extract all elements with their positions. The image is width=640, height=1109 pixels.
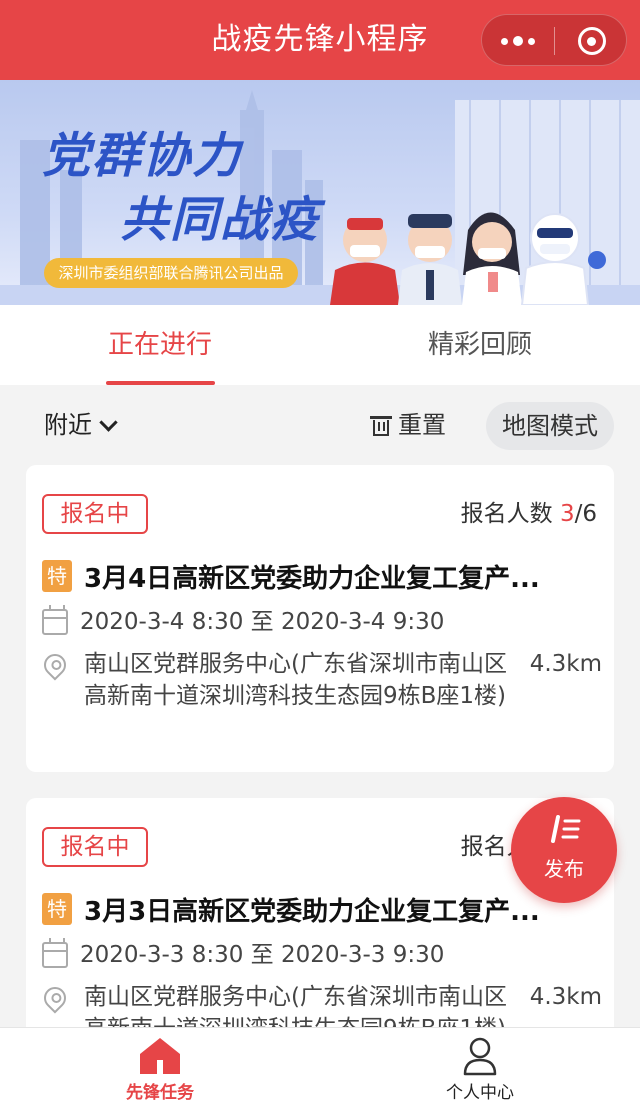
location-pin-icon [39, 649, 71, 681]
signup-current: 3 [559, 501, 575, 527]
event-time: 2020-3-4 8:30 至 2020-3-4 9:30 [80, 609, 445, 635]
tab-label: 先锋任务 [126, 1083, 194, 1103]
nearby-label: 附近 [44, 411, 92, 439]
house-icon [140, 1038, 180, 1074]
event-title-row: 特 3月4日高新区党委助力企业复工复产... [42, 556, 602, 596]
calendar-icon [42, 605, 68, 635]
special-tag: 特 [42, 893, 72, 925]
event-distance: 4.3km [529, 984, 602, 1010]
more-button[interactable] [482, 15, 554, 67]
campaign-banner[interactable]: 党群协力 共同战疫 深圳市委组织部联合腾讯公司出品 [0, 80, 640, 305]
more-dots-icon [501, 37, 508, 45]
publish-button[interactable]: 发布 [511, 797, 617, 903]
banner-headline-2: 共同战疫 [120, 192, 321, 248]
signup-count: 报名人数 3/6 [460, 501, 597, 527]
person-icon [463, 1037, 497, 1076]
location-pin-icon [39, 982, 71, 1014]
signup-total: /6 [574, 501, 597, 527]
tab-label: 个人中心 [446, 1083, 514, 1103]
close-mini-program-button[interactable] [555, 15, 628, 67]
status-badge: 报名中 [42, 494, 148, 534]
nearby-dropdown[interactable]: 附近 [44, 407, 118, 443]
tab-pioneer-tasks[interactable]: 先锋任务 [80, 1028, 240, 1109]
filter-bar: 附近 重置 地图模式 [0, 385, 640, 465]
event-title: 3月3日高新区党委助力企业复工复产... [84, 896, 540, 927]
status-badge: 报名中 [42, 827, 148, 867]
target-ring-icon [577, 27, 606, 55]
pen-list-icon [551, 815, 581, 843]
banner-headline-1: 党群协力 [42, 128, 243, 184]
trash-icon [370, 414, 392, 436]
reset-button[interactable]: 重置 [370, 407, 446, 443]
event-distance: 4.3km [529, 651, 602, 677]
bottom-tab-bar: 先锋任务 个人中心 [0, 1027, 640, 1109]
event-time: 2020-3-3 8:30 至 2020-3-3 9:30 [80, 942, 445, 968]
chevron-down-icon [99, 412, 118, 432]
tab-personal-center[interactable]: 个人中心 [400, 1028, 560, 1109]
publish-label: 发布 [544, 857, 584, 881]
top-navbar: 战疫先锋小程序 [0, 0, 640, 80]
reset-label: 重置 [398, 411, 446, 439]
event-time-row: 2020-3-4 8:30 至 2020-3-4 9:30 [42, 604, 444, 640]
mini-program-capsule [481, 14, 627, 66]
map-mode-button[interactable]: 地图模式 [486, 402, 614, 450]
event-card[interactable]: 报名中 报名人数 3/6 特 3月4日高新区党委助力企业复工复产... 2020… [26, 465, 614, 772]
event-address: 南山区党群服务中心(广东省深圳市南山区高新南十道深圳湾科技生态园9栋B座1楼) [84, 651, 507, 709]
event-title-row: 特 3月3日高新区党委助力企业复工复产... [42, 889, 602, 929]
tab-ongoing[interactable]: 正在进行 [80, 305, 240, 385]
calendar-icon [42, 938, 68, 968]
event-time-row: 2020-3-3 8:30 至 2020-3-3 9:30 [42, 937, 444, 973]
app-page: 战疫先锋小程序 党群协力 共同战疫 深圳市委组织部联合腾讯公司出品 正在进行 精… [0, 0, 640, 1109]
event-title: 3月4日高新区党委助力企业复工复产... [84, 563, 540, 594]
tab-review[interactable]: 精彩回顾 [400, 305, 560, 385]
banner-subtitle: 深圳市委组织部联合腾讯公司出品 [44, 258, 298, 288]
tab-bar: 正在进行 精彩回顾 [0, 305, 640, 385]
special-tag: 特 [42, 560, 72, 592]
